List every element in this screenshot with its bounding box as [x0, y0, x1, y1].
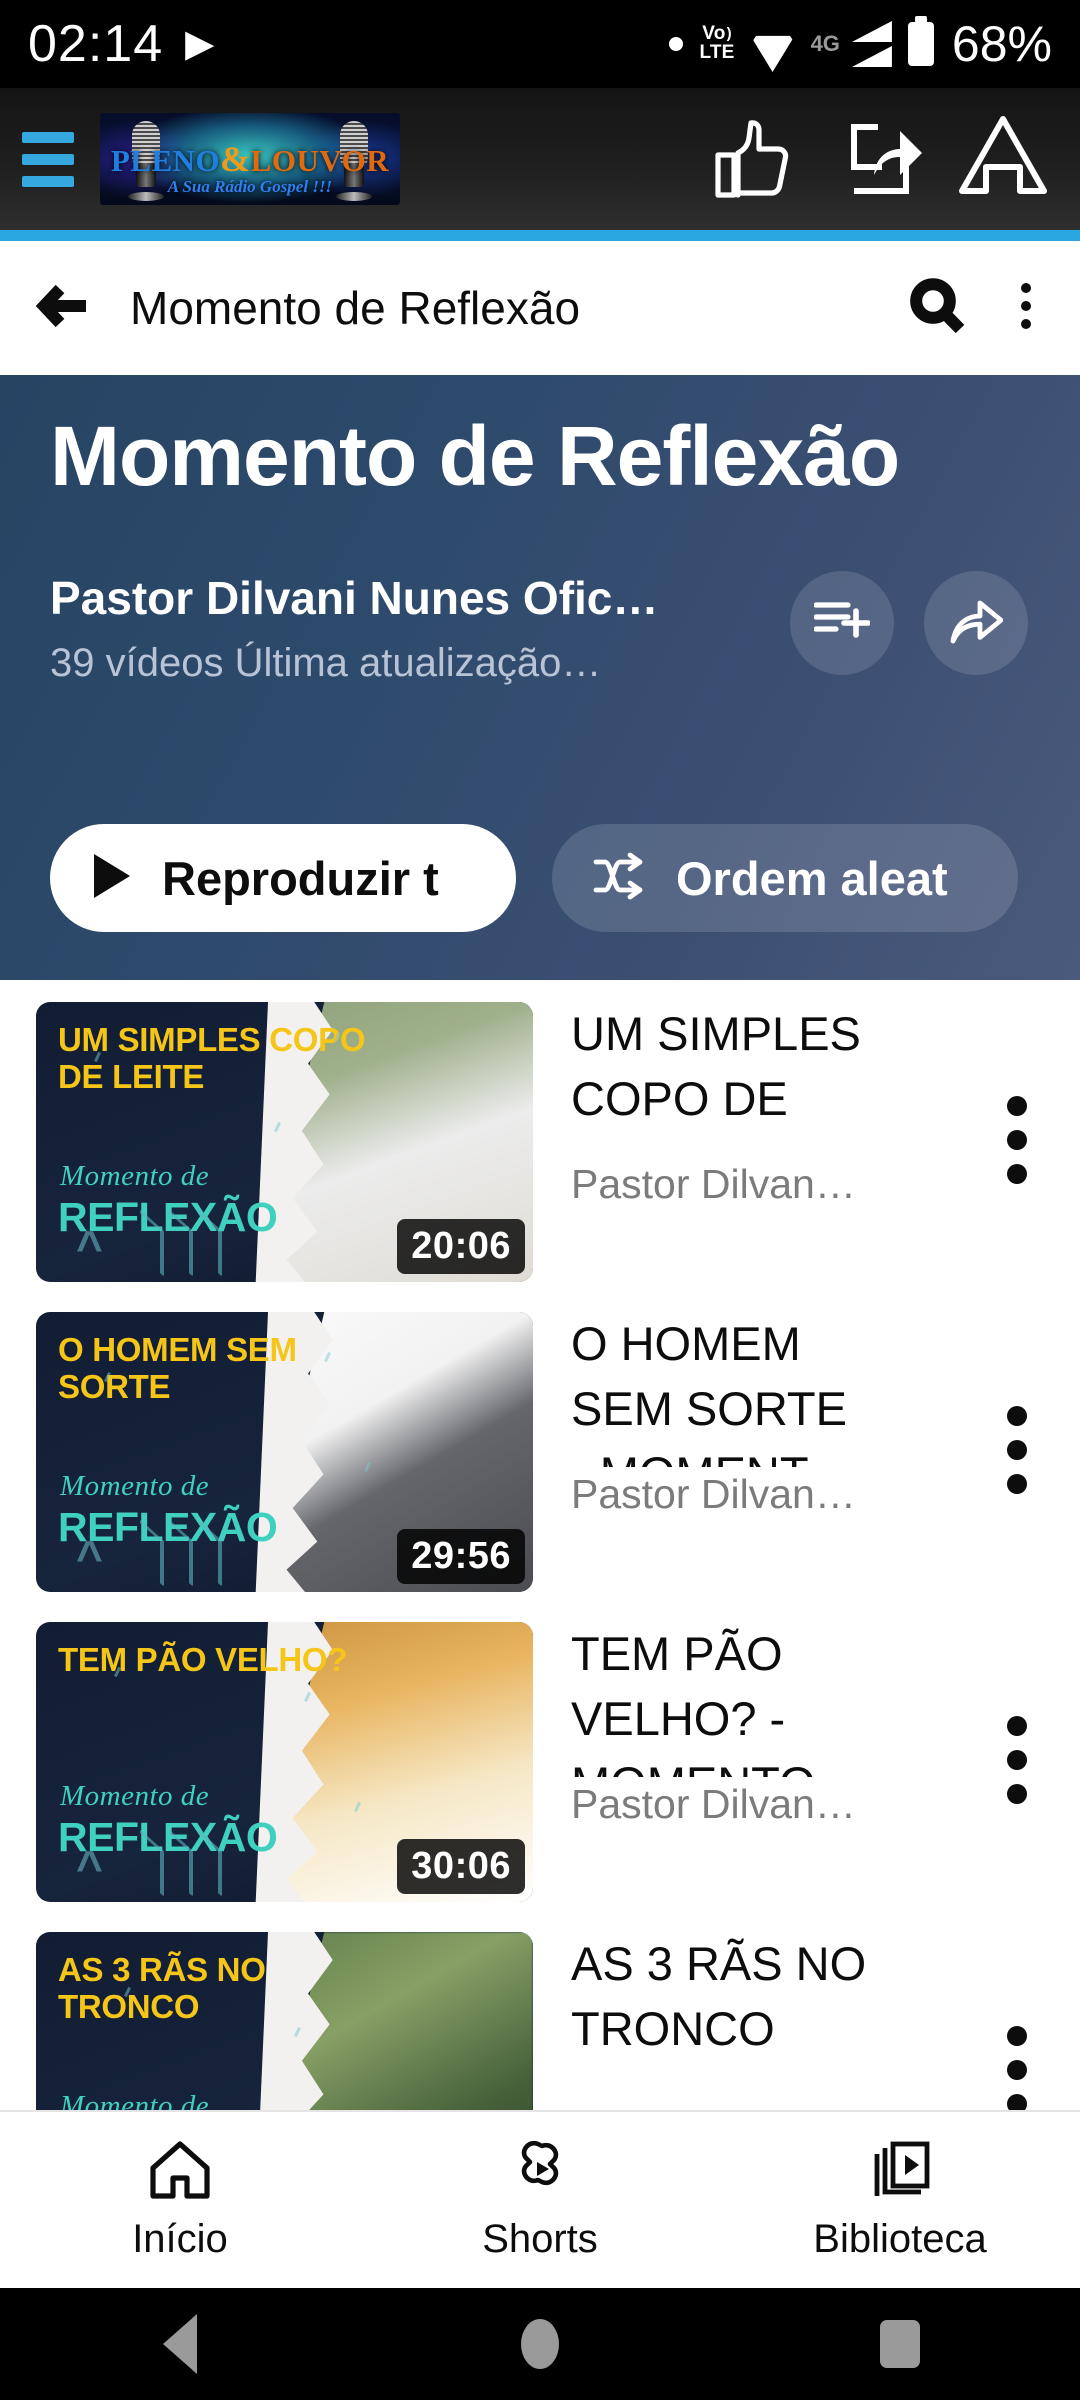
- back-arrow-icon[interactable]: [34, 275, 96, 342]
- status-icons: Vo) LTE 4G 68%: [669, 19, 1052, 69]
- nav-label-home: Início: [132, 2217, 228, 2261]
- list-item[interactable]: UM SIMPLES COPO DE LEITE Momento de REFL…: [0, 980, 1080, 1290]
- more-vertical-icon[interactable]: [1000, 1092, 1034, 1193]
- chevron-decor-icon: [140, 1209, 222, 1277]
- video-thumbnail[interactable]: AS 3 RÃS NO TRONCO Momento de: [36, 1932, 533, 2110]
- save-to-playlist-button[interactable]: [790, 571, 894, 675]
- library-icon: [867, 2138, 933, 2205]
- video-channel: Pastor Dilvan…: [571, 1157, 911, 1208]
- thumbnail-script-text: Momento de: [60, 2090, 210, 2110]
- list-item[interactable]: O HOMEM SEM SORTE Momento de REFLEXÃO 29…: [0, 1290, 1080, 1600]
- nav-label-shorts: Shorts: [482, 2217, 598, 2261]
- bottom-navigation: Início Shorts Biblioteca: [0, 2110, 1080, 2288]
- playlist-header: Momento de Reflexão Pastor Dilvani Nunes…: [0, 375, 1080, 980]
- playlist-title: Momento de Reflexão: [50, 409, 900, 503]
- volte-bottom-label: LTE: [699, 42, 735, 63]
- nav-item-library[interactable]: Biblioteca: [720, 2138, 1080, 2262]
- android-navigation-bar: [0, 2288, 1080, 2400]
- thumbnail-title: O HOMEM SEM SORTE: [58, 1331, 297, 1405]
- thumbnail-script-text: Momento de: [60, 1470, 210, 1502]
- thumbs-up-icon[interactable]: [706, 111, 804, 207]
- video-title: UM SIMPLES COPO DE: [571, 1007, 861, 1125]
- youtube-toolbar: Momento de Reflexão: [0, 241, 1080, 375]
- volte-icon: Vo) LTE: [699, 23, 735, 63]
- play-all-label: Reproduzir t: [162, 851, 439, 905]
- share-playlist-button[interactable]: [924, 571, 1028, 675]
- more-vertical-icon[interactable]: [1000, 1712, 1034, 1813]
- thumbnail-title: AS 3 RÃS NO TRONCO: [58, 1951, 266, 2025]
- accent-divider: [0, 230, 1080, 241]
- home-icon: [147, 2138, 213, 2205]
- playlist-channel-name[interactable]: Pastor Dilvani Nunes Ofic…: [50, 571, 750, 625]
- shuffle-icon: [592, 852, 646, 905]
- nav-item-home[interactable]: Início: [0, 2138, 360, 2262]
- shorts-icon: [507, 2138, 573, 2205]
- nav-item-shorts[interactable]: Shorts: [360, 2138, 720, 2262]
- battery-icon: [907, 22, 934, 66]
- playlist-meta: 39 vídeos Última atualização…: [50, 641, 602, 685]
- nav-label-library: Biblioteca: [813, 2217, 987, 2261]
- android-home-button[interactable]: [360, 2319, 720, 2369]
- signal-bars-icon: [851, 21, 892, 67]
- android-back-button[interactable]: [0, 2314, 360, 2374]
- caret-decor-icon: [72, 1220, 112, 1276]
- video-duration: 30:06: [397, 1839, 525, 1894]
- video-channel: Pastor Dilvan…: [571, 1467, 911, 1518]
- status-bar: 02:14 ▶ Vo) LTE 4G 68%: [0, 0, 1080, 88]
- save-to-playlist-icon: [813, 597, 871, 650]
- radio-logo-tagline: A Sua Rádio Gospel !!!: [167, 177, 333, 196]
- more-vertical-icon[interactable]: [1000, 1402, 1034, 1503]
- radio-logo-ampersand: &: [220, 139, 251, 179]
- back-triangle-icon: [163, 2314, 197, 2374]
- play-all-button[interactable]: Reproduzir t: [50, 824, 516, 932]
- radio-logo-name-part1: PLENO: [110, 143, 221, 178]
- more-vertical-icon[interactable]: [1000, 2022, 1034, 2110]
- playlist-play-buttons: Reproduzir t Ordem aleat: [50, 824, 1018, 932]
- playlist-actions: [790, 571, 1028, 675]
- radio-logo-name: PLENO&LOUVOR: [100, 141, 400, 177]
- radio-logo-name-part2: LOUVOR: [250, 143, 390, 178]
- phone-screen: 02:14 ▶ Vo) LTE 4G 68% PLENO&LOUVOR A Su…: [0, 0, 1080, 2400]
- video-thumbnail[interactable]: UM SIMPLES COPO DE LEITE Momento de REFL…: [36, 1002, 533, 1282]
- home-icon[interactable]: [954, 111, 1052, 207]
- thumbnail-script-text: Momento de: [60, 1780, 210, 1812]
- media-playing-icon: ▶: [185, 23, 215, 65]
- radio-app-bar: PLENO&LOUVOR A Sua Rádio Gospel !!!: [0, 88, 1080, 230]
- share-arrow-icon: [949, 595, 1004, 652]
- video-title: AS 3 RÃS NO TRONCO: [571, 1937, 867, 2055]
- search-icon[interactable]: [906, 275, 968, 342]
- hamburger-menu-icon[interactable]: [22, 131, 74, 187]
- video-channel: [571, 2087, 911, 2091]
- more-vertical-icon[interactable]: [1006, 275, 1046, 342]
- list-item[interactable]: TEM PÃO VELHO? Momento de REFLEXÃO 30:06…: [0, 1600, 1080, 1910]
- video-duration: 20:06: [397, 1219, 525, 1274]
- battery-percent-label: 68%: [951, 16, 1052, 72]
- wifi-icon: [751, 28, 795, 60]
- thumbnail-script-text: Momento de: [60, 1160, 210, 1192]
- play-icon: [90, 852, 132, 905]
- list-item[interactable]: AS 3 RÃS NO TRONCO Momento de AS 3 RÃS N…: [0, 1910, 1080, 2110]
- share-icon[interactable]: [830, 111, 928, 207]
- video-thumbnail[interactable]: O HOMEM SEM SORTE Momento de REFLEXÃO 29…: [36, 1312, 533, 1592]
- video-thumbnail[interactable]: TEM PÃO VELHO? Momento de REFLEXÃO 30:06: [36, 1622, 533, 1902]
- recents-square-icon: [880, 2320, 920, 2368]
- status-clock: 02:14: [28, 15, 164, 73]
- video-list[interactable]: UM SIMPLES COPO DE LEITE Momento de REFL…: [0, 980, 1080, 2110]
- thumbnail-title: TEM PÃO VELHO?: [58, 1641, 348, 1678]
- android-recents-button[interactable]: [720, 2320, 1080, 2368]
- radio-app-bar-actions: [706, 111, 1058, 207]
- page-title: Momento de Reflexão: [130, 282, 581, 334]
- chevron-decor-icon: [140, 1829, 222, 1897]
- network-type-label: 4G: [810, 31, 840, 56]
- dot-icon: [669, 37, 684, 51]
- video-duration: 29:56: [397, 1529, 525, 1584]
- shuffle-button[interactable]: Ordem aleat: [552, 824, 1018, 932]
- shuffle-label: Ordem aleat: [676, 851, 948, 905]
- chevron-decor-icon: [140, 1519, 222, 1587]
- radio-logo[interactable]: PLENO&LOUVOR A Sua Rádio Gospel !!!: [100, 113, 400, 205]
- caret-decor-icon: [72, 1530, 112, 1586]
- video-channel: Pastor Dilvan…: [571, 1777, 911, 1828]
- caret-decor-icon: [72, 1840, 112, 1896]
- home-circle-icon: [521, 2319, 559, 2369]
